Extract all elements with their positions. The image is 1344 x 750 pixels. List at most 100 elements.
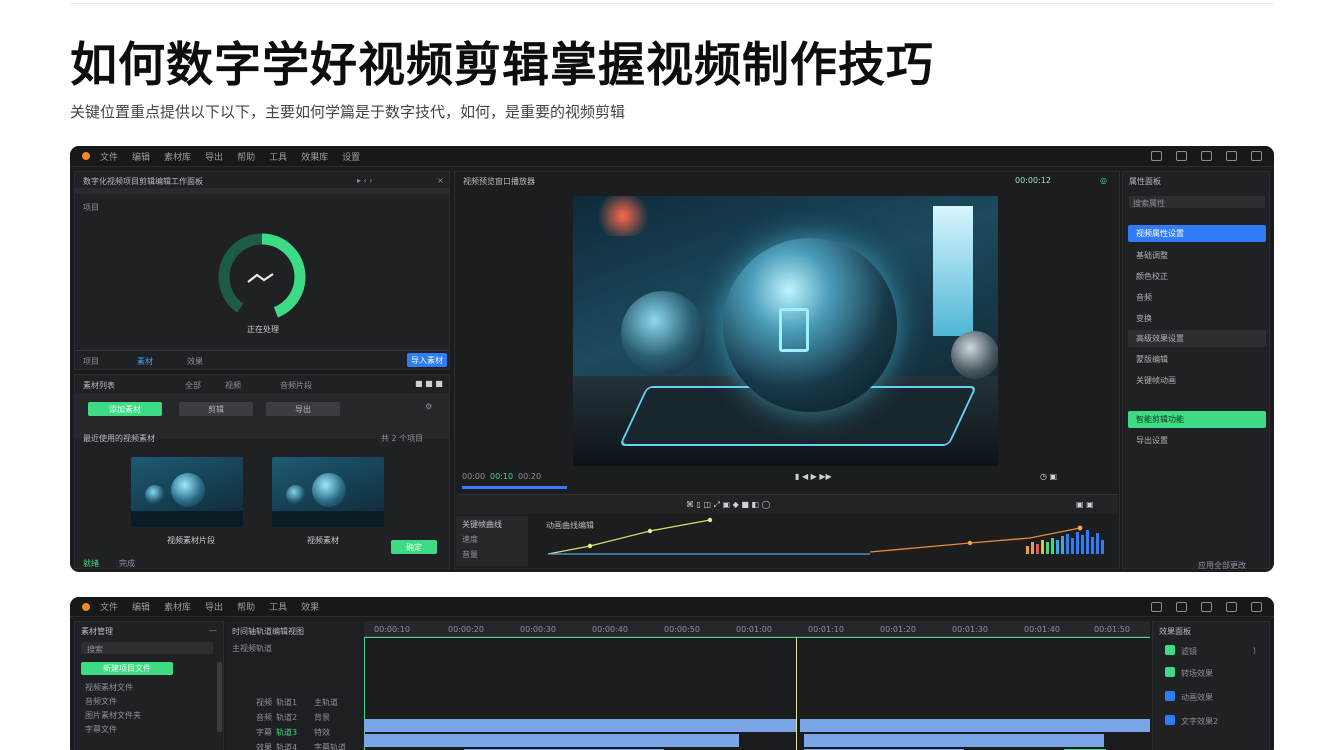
preview-settings-icon[interactable]: ◎: [1100, 176, 1107, 185]
playback-controls[interactable]: ▮ ◀ ▶ ▶▶: [795, 472, 832, 481]
confirm-button[interactable]: 确定: [391, 540, 437, 554]
property-item[interactable]: 蒙版编辑: [1128, 351, 1266, 368]
video-preview[interactable]: [573, 196, 998, 466]
effect-item[interactable]: 文字效果2: [1181, 716, 1218, 727]
audio-clip[interactable]: [804, 734, 1104, 747]
grid-icon[interactable]: [1201, 151, 1212, 161]
menu-item-settings[interactable]: 设置: [342, 150, 360, 163]
menu-bar: 文件 编辑 素材库 导出 帮助 工具 效果: [70, 597, 1274, 617]
ruler-tick: 00:00:30: [520, 625, 556, 634]
subtab-video[interactable]: 视频: [225, 380, 241, 391]
view-toggle-icon[interactable]: ■ ■ ■: [415, 379, 443, 388]
media-count: 共 2 个项目: [381, 434, 424, 443]
grid-icon[interactable]: [1176, 602, 1187, 612]
ruler-tick: 00:00:40: [592, 625, 628, 634]
menu-item-edit[interactable]: 编辑: [132, 600, 150, 613]
status-done: 完成: [119, 559, 135, 568]
fullscreen-icon[interactable]: [1251, 602, 1262, 612]
menu-item-library[interactable]: 素材库: [164, 600, 191, 613]
track-name: 视频: [256, 698, 272, 707]
add-media-button[interactable]: 添加素材: [88, 402, 162, 416]
settings-icon[interactable]: ⚙: [425, 402, 432, 411]
video-clip[interactable]: [364, 719, 796, 732]
subtab-audio[interactable]: 音频片段: [280, 380, 312, 391]
media-list-item[interactable]: 图片素材文件夹: [85, 710, 141, 721]
menu-item-export[interactable]: 导出: [205, 600, 223, 613]
media-browser-title: 素材管理: [81, 627, 113, 636]
timeline-area[interactable]: 00:00:10 00:00:20 00:00:30 00:00:40 00:0…: [364, 621, 1150, 750]
ruler-tick: 00:00:20: [448, 625, 484, 634]
preview-title: 视频预览窗口播放器: [463, 177, 535, 186]
audio-clip[interactable]: [364, 734, 739, 747]
scrollbar[interactable]: [217, 662, 222, 732]
ruler-tick: 00:01:20: [880, 625, 916, 634]
curve-label: 关键帧曲线: [462, 520, 502, 529]
time-ruler[interactable]: 00:00:10 00:00:20 00:00:30 00:00:40 00:0…: [364, 621, 1150, 637]
property-item[interactable]: 关键帧动画: [1128, 372, 1266, 389]
track-role: 字幕轨道: [314, 743, 346, 750]
menu-item-help[interactable]: 帮助: [237, 150, 255, 163]
ruler-tick: 00:00:10: [374, 625, 410, 634]
subtab-all[interactable]: 全部: [185, 380, 201, 391]
gauge-label: 正在处理: [247, 325, 279, 334]
tab-media[interactable]: 素材: [137, 356, 153, 367]
property-item[interactable]: 音频: [1128, 289, 1266, 306]
monitor-icon[interactable]: [1176, 151, 1187, 161]
edit-toolbar: ⌘ ▯ ◫ ⤢ ▣ ◆ ■ ◧ ◯ ▣ ▣: [456, 494, 1118, 514]
effect-item[interactable]: 滤镜: [1181, 646, 1197, 657]
property-item[interactable]: 变换: [1128, 310, 1266, 327]
sphere-graphic: [723, 238, 897, 412]
import-button[interactable]: 导入素材: [407, 353, 447, 367]
layout-icon[interactable]: [1151, 602, 1162, 612]
media-list-item[interactable]: 字幕文件: [85, 724, 117, 735]
tool-icons[interactable]: ⌘ ▯ ◫ ⤢ ▣ ◆ ■ ◧ ◯: [686, 500, 771, 510]
progress-gauge: [218, 233, 306, 321]
collapse-icon[interactable]: —: [209, 626, 217, 635]
fullscreen-icon[interactable]: [1251, 151, 1262, 161]
zoom-icons[interactable]: ▣ ▣: [1076, 500, 1094, 509]
apply-all-link[interactable]: 应用全部更改: [1198, 560, 1246, 571]
tools-icon[interactable]: [1226, 602, 1237, 612]
playhead-progress[interactable]: [462, 486, 567, 489]
media-list-item[interactable]: 音频文件: [85, 696, 117, 707]
layout-icon[interactable]: [1151, 151, 1162, 161]
export-button[interactable]: 导出: [266, 402, 340, 416]
panel-controls[interactable]: ▸ ‹ ›: [357, 176, 373, 185]
property-item-selected[interactable]: 视频属性设置: [1128, 225, 1266, 242]
media-thumbnail[interactable]: [131, 457, 243, 527]
media-list-item[interactable]: 视频素材文件: [85, 682, 133, 693]
menu-item-effects[interactable]: 效果库: [301, 150, 328, 163]
menu-item-effects[interactable]: 效果: [301, 600, 319, 613]
loop-icon[interactable]: ◷ ▣: [1040, 472, 1057, 481]
track-id: 轨道4: [276, 743, 298, 750]
menu-item-export[interactable]: 导出: [205, 150, 223, 163]
menu-item-library[interactable]: 素材库: [164, 150, 191, 163]
expand-icon[interactable]: ⟩: [1253, 646, 1256, 655]
monitor-icon[interactable]: [1201, 602, 1212, 612]
property-group[interactable]: 高级效果设置: [1128, 330, 1266, 347]
property-item[interactable]: 基础调整: [1128, 247, 1266, 264]
tab-effects[interactable]: 效果: [187, 356, 203, 367]
track-id: 轨道2: [276, 713, 298, 722]
effect-item[interactable]: 动画效果: [1181, 692, 1213, 703]
effect-item[interactable]: 转场效果: [1181, 668, 1213, 679]
project-panel: 数字化视频项目剪辑编辑工作面板 ▸ ‹ › × 项目 正在处理 项目 素材 效果…: [74, 171, 450, 370]
media-thumbnail[interactable]: [272, 457, 384, 527]
menu-item-tools[interactable]: 工具: [269, 150, 287, 163]
property-item[interactable]: 颜色校正: [1128, 268, 1266, 285]
menu-item-file[interactable]: 文件: [100, 150, 118, 163]
property-item-highlighted[interactable]: 智能剪辑功能: [1128, 411, 1266, 428]
menu-item-help[interactable]: 帮助: [237, 600, 255, 613]
menu-item-file[interactable]: 文件: [100, 600, 118, 613]
video-clip[interactable]: [800, 719, 1150, 732]
panel-close-icon[interactable]: ×: [437, 176, 444, 185]
cut-button[interactable]: 剪辑: [179, 402, 253, 416]
menu-item-tools[interactable]: 工具: [269, 600, 287, 613]
tab-project[interactable]: 项目: [83, 356, 99, 367]
tools-icon[interactable]: [1226, 151, 1237, 161]
new-project-button[interactable]: 新建项目文件: [81, 662, 173, 675]
playhead[interactable]: [796, 637, 797, 750]
menu-item-edit[interactable]: 编辑: [132, 150, 150, 163]
property-item[interactable]: 导出设置: [1128, 432, 1266, 449]
animation-icon: [1165, 691, 1175, 701]
